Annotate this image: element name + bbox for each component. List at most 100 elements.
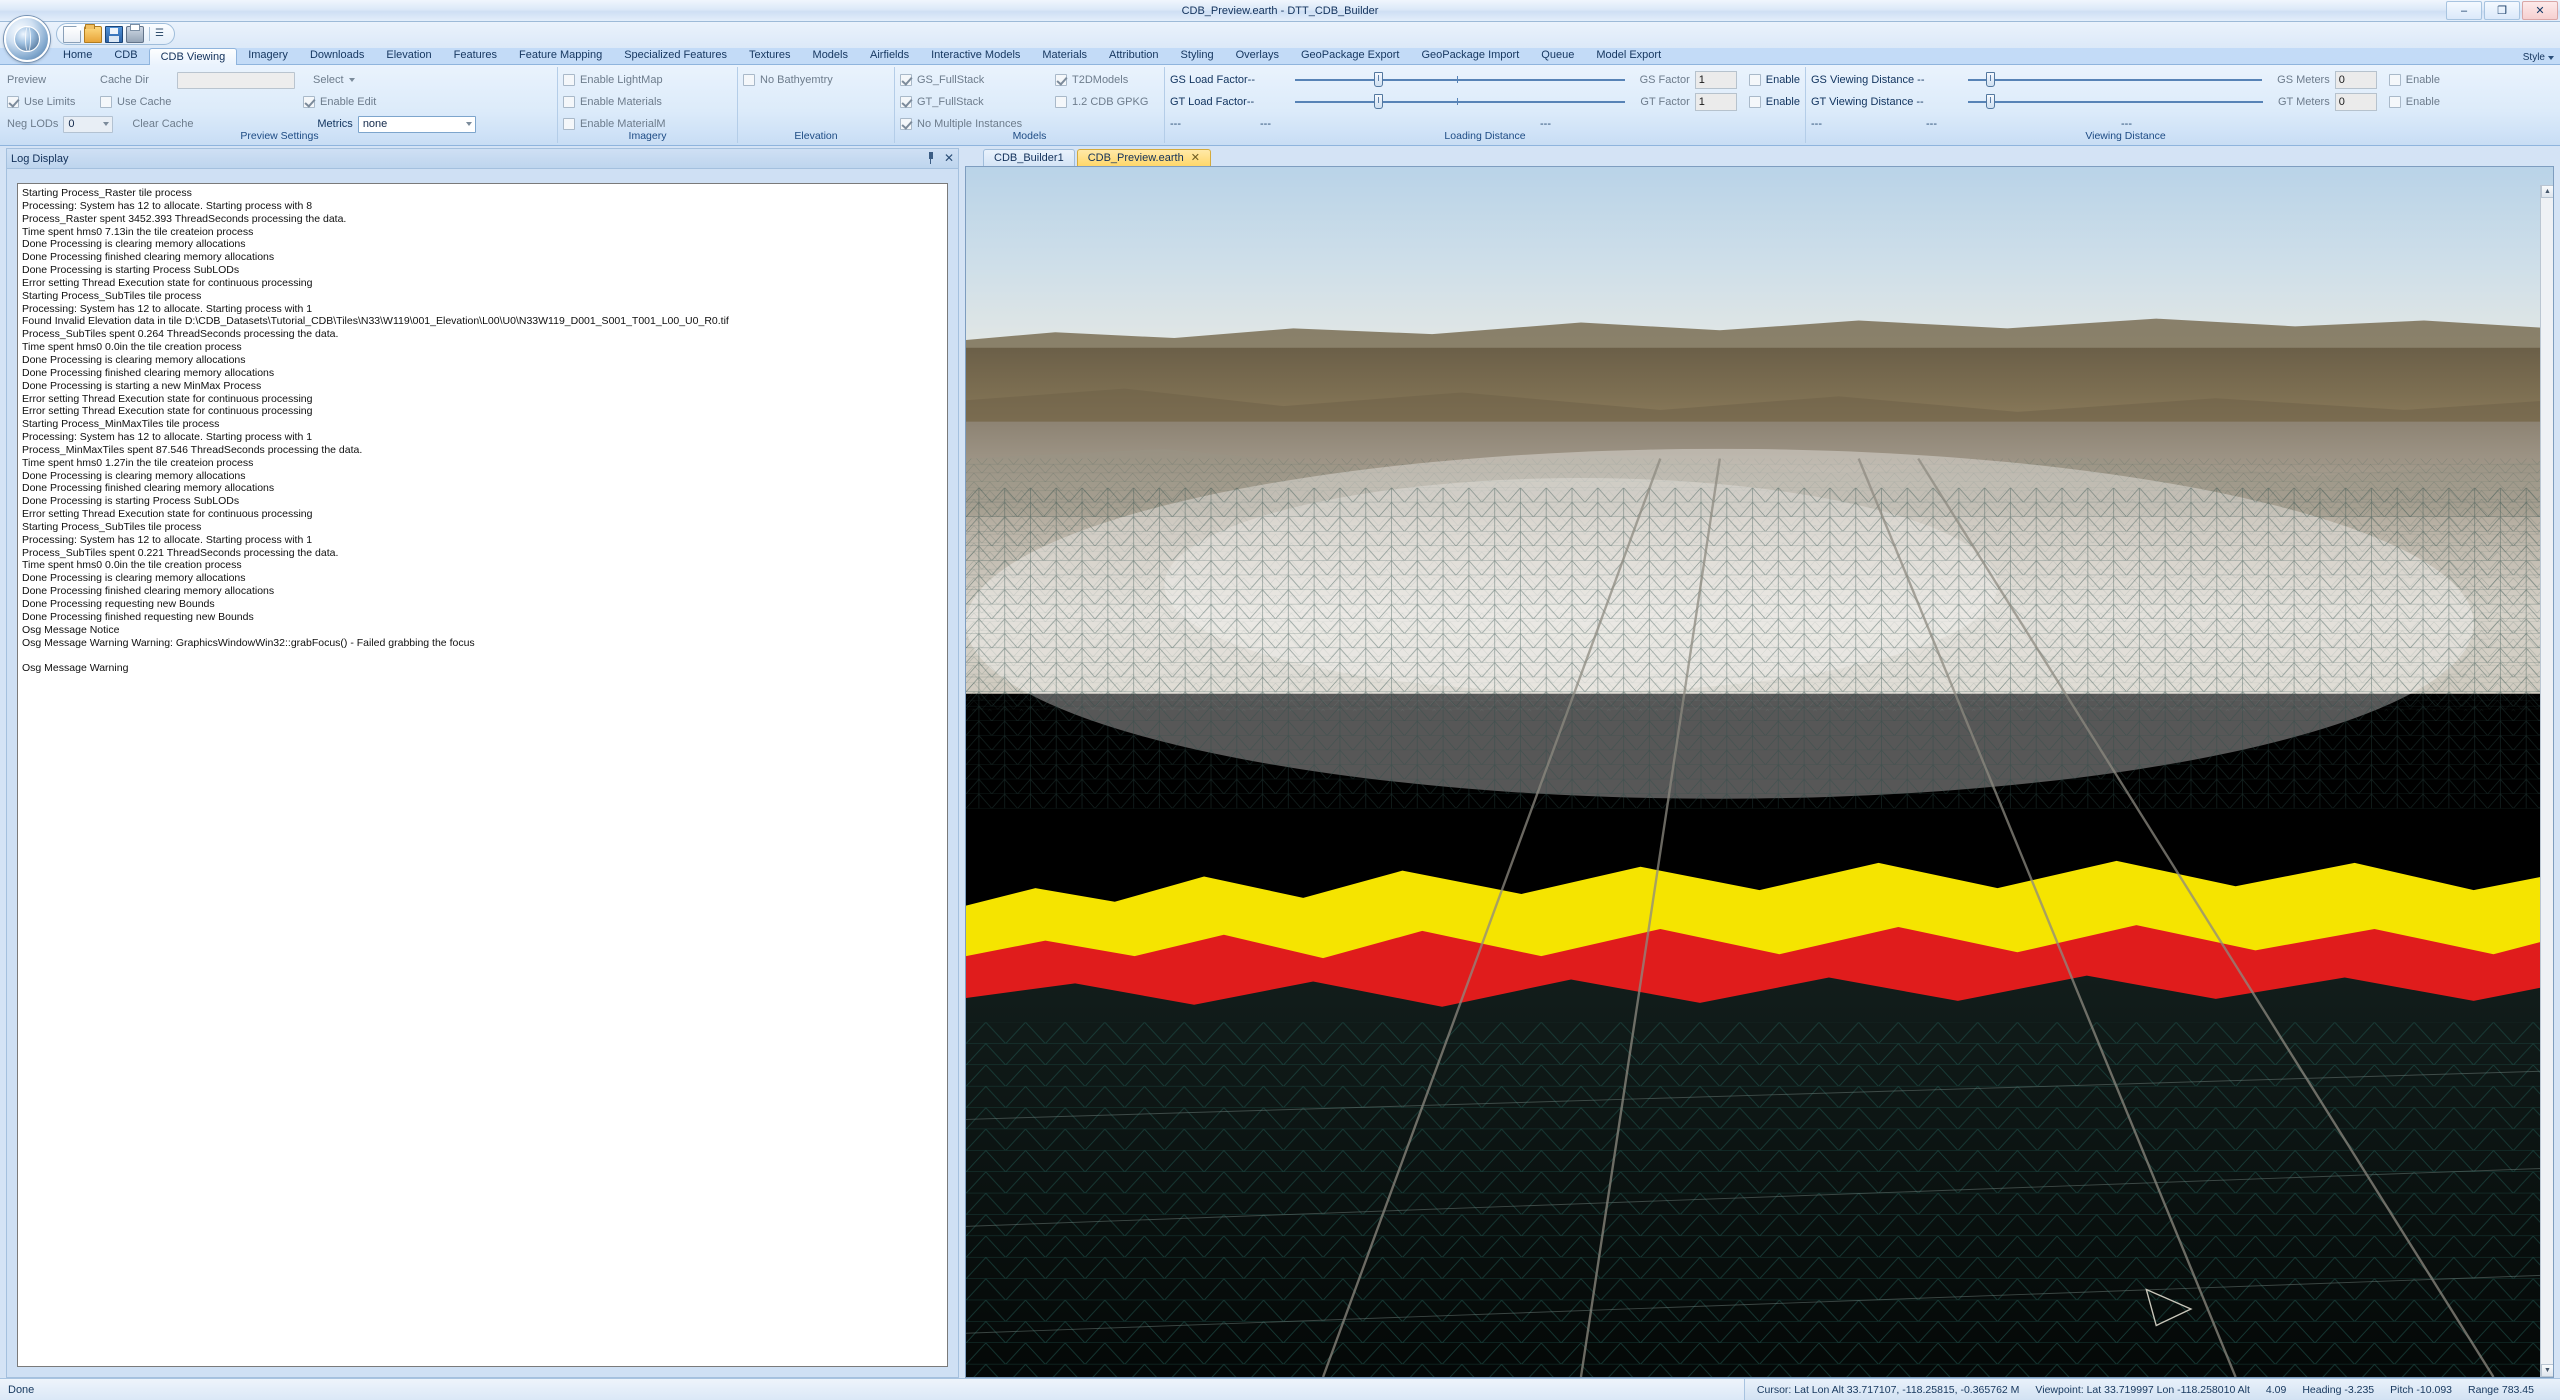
- enable-lightmap-checkbox[interactable]: Enable LightMap: [563, 74, 663, 86]
- no-multiple-instances-checkbox[interactable]: No Multiple Instances: [900, 118, 1022, 130]
- tab-airfields[interactable]: Airfields: [859, 47, 920, 64]
- tab-attribution[interactable]: Attribution: [1098, 47, 1170, 64]
- gs-load-enable-label: Enable: [1765, 74, 1800, 86]
- tab-downloads[interactable]: Downloads: [299, 47, 375, 64]
- no-multiple-instances-label: No Multiple Instances: [917, 118, 1023, 130]
- checkbox-box: [563, 96, 575, 108]
- tab-cdb[interactable]: CDB: [103, 47, 148, 64]
- gs-viewing-distance-slider[interactable]: [1968, 72, 2263, 88]
- tab-models[interactable]: Models: [802, 47, 859, 64]
- checkbox-box: [1748, 96, 1761, 108]
- new-document-icon[interactable]: [63, 25, 81, 43]
- select-chevron-down-icon[interactable]: [348, 78, 355, 82]
- chevron-down-icon: [103, 122, 110, 126]
- cache-dir-input[interactable]: [177, 71, 295, 89]
- ribbon-group-viewing-distance: GS Viewing Distance -- GS Meters 0 Enabl…: [1805, 67, 2445, 143]
- tab-specialized-features[interactable]: Specialized Features: [613, 47, 738, 64]
- viewer-tab-cdb-preview-earth[interactable]: CDB_Preview.earth ✕: [1076, 149, 1211, 166]
- open-folder-icon[interactable]: [84, 23, 102, 43]
- maximize-button[interactable]: ❐: [2484, 1, 2520, 20]
- style-button-label: Style: [2522, 52, 2545, 63]
- enable-materials-label: Enable Materials: [580, 96, 662, 108]
- tab-textures[interactable]: Textures: [738, 47, 802, 64]
- tab-imagery[interactable]: Imagery: [237, 47, 299, 64]
- slider-thumb[interactable]: [1374, 72, 1384, 87]
- style-button[interactable]: Style: [2523, 52, 2554, 63]
- quick-access-toolbar: ☰: [56, 23, 175, 45]
- cache-dir-label: Cache Dir: [100, 74, 149, 86]
- tab-geopackage-import[interactable]: GeoPackage Import: [1410, 47, 1530, 64]
- print-icon[interactable]: [126, 23, 144, 43]
- use-cache-label: Use Cache: [117, 96, 172, 108]
- tab-materials[interactable]: Materials: [1031, 47, 1098, 64]
- slider-thumb[interactable]: [1985, 72, 1995, 87]
- use-limits-checkbox[interactable]: Use Limits: [7, 96, 95, 108]
- gt-factor-input[interactable]: 1: [1694, 93, 1737, 111]
- scroll-up-icon[interactable]: ▲: [2541, 185, 2553, 198]
- viewer-tab-cdb-builder1[interactable]: CDB_Builder1: [983, 149, 1075, 166]
- slider-tick: [1456, 76, 1458, 83]
- close-icon[interactable]: ✕: [1191, 151, 1200, 166]
- gt-load-enable-checkbox[interactable]: Enable: [1748, 96, 1800, 108]
- gt-viewing-enable-checkbox[interactable]: Enable: [2388, 96, 2440, 108]
- cdb-gpkg-checkbox[interactable]: 1.2 CDB GPKG: [1055, 96, 1148, 108]
- enable-materials-checkbox[interactable]: Enable Materials: [563, 96, 662, 108]
- scroll-down-icon[interactable]: ▼: [2541, 1364, 2553, 1377]
- gs-fullstack-label: GS_FullStack: [917, 74, 985, 86]
- log-header-buttons: ✕: [926, 152, 954, 164]
- minimize-button[interactable]: –: [2446, 1, 2482, 20]
- gt-viewing-distance-slider[interactable]: [1968, 94, 2263, 110]
- tab-overlays[interactable]: Overlays: [1225, 47, 1290, 64]
- viewer-vertical-scrollbar[interactable]: ▲ ▼: [2540, 185, 2553, 1377]
- clear-cache-button[interactable]: Clear Cache: [132, 118, 312, 130]
- gt-load-factor-slider[interactable]: [1295, 94, 1626, 110]
- tab-geopackage-export[interactable]: GeoPackage Export: [1290, 47, 1410, 64]
- enable-edit-checkbox[interactable]: Enable Edit: [303, 96, 376, 108]
- gt-meters-input[interactable]: 0: [2334, 93, 2377, 111]
- enable-lightmap-label: Enable LightMap: [580, 74, 663, 86]
- tab-queue[interactable]: Queue: [1530, 47, 1585, 64]
- terrain-3d-canvas[interactable]: ▲ ▼: [965, 166, 2554, 1378]
- tab-home[interactable]: Home: [52, 47, 103, 64]
- tab-cdb-viewing[interactable]: CDB Viewing: [148, 48, 238, 65]
- gs-load-factor-slider[interactable]: [1295, 72, 1625, 88]
- slider-thumb[interactable]: [1985, 94, 1995, 109]
- tab-styling[interactable]: Styling: [1170, 47, 1225, 64]
- application-orb-button[interactable]: [4, 16, 50, 62]
- gs-viewing-enable-checkbox[interactable]: Enable: [2388, 74, 2440, 86]
- gs-fullstack-checkbox[interactable]: GS_FullStack: [900, 74, 1050, 86]
- ribbon-group-models: GS_FullStack T2DModels GT_FullStack 1.2 …: [894, 67, 1164, 143]
- checkbox-box: [2388, 74, 2401, 86]
- enable-materialm-checkbox[interactable]: Enable MaterialM: [563, 118, 666, 130]
- use-cache-checkbox[interactable]: Use Cache: [100, 96, 290, 108]
- slider-track: [1968, 101, 2263, 103]
- tab-feature-mapping[interactable]: Feature Mapping: [508, 47, 613, 64]
- gs-load-enable-checkbox[interactable]: Enable: [1748, 74, 1800, 86]
- viewer-tab-bar: CDB_Builder1 CDB_Preview.earth ✕: [965, 148, 2554, 166]
- metrics-label: Metrics: [317, 118, 353, 130]
- loading-dash-mid: ---: [1260, 118, 1271, 130]
- main-content-area: Log Display ✕ Starting Process_Raster ti…: [0, 146, 2560, 1378]
- tab-features[interactable]: Features: [443, 47, 508, 64]
- log-text-area[interactable]: Starting Process_Raster tile process Pro…: [17, 183, 948, 1367]
- checkbox-box: [563, 118, 575, 130]
- save-disk-icon[interactable]: [105, 25, 123, 43]
- pin-icon[interactable]: [926, 152, 936, 164]
- gs-factor-input[interactable]: 1: [1694, 71, 1737, 89]
- gt-viewing-enable-label: Enable: [2405, 96, 2440, 108]
- tab-model-export[interactable]: Model Export: [1585, 47, 1672, 64]
- select-label[interactable]: Select: [313, 74, 344, 86]
- close-icon[interactable]: ✕: [944, 152, 954, 164]
- gt-fullstack-checkbox[interactable]: GT_FullStack: [900, 96, 1050, 108]
- quick-access-more-icon[interactable]: ☰: [155, 27, 164, 41]
- ribbon-group-preview-settings: Preview Cache Dir Select Use Limits Use …: [2, 67, 557, 143]
- gs-meters-input[interactable]: 0: [2334, 71, 2377, 89]
- tab-interactive-models[interactable]: Interactive Models: [920, 47, 1031, 64]
- close-button[interactable]: ✕: [2522, 1, 2558, 20]
- slider-thumb[interactable]: [1374, 94, 1384, 109]
- no-bathyemtry-checkbox[interactable]: No Bathyemtry: [743, 74, 833, 86]
- status-viewpoint: Viewpoint: Lat 33.719997 Lon -118.258010…: [2035, 1383, 2250, 1396]
- log-display-title: Log Display: [11, 152, 69, 165]
- t2dmodels-checkbox[interactable]: T2DModels: [1055, 74, 1128, 86]
- tab-elevation[interactable]: Elevation: [375, 47, 442, 64]
